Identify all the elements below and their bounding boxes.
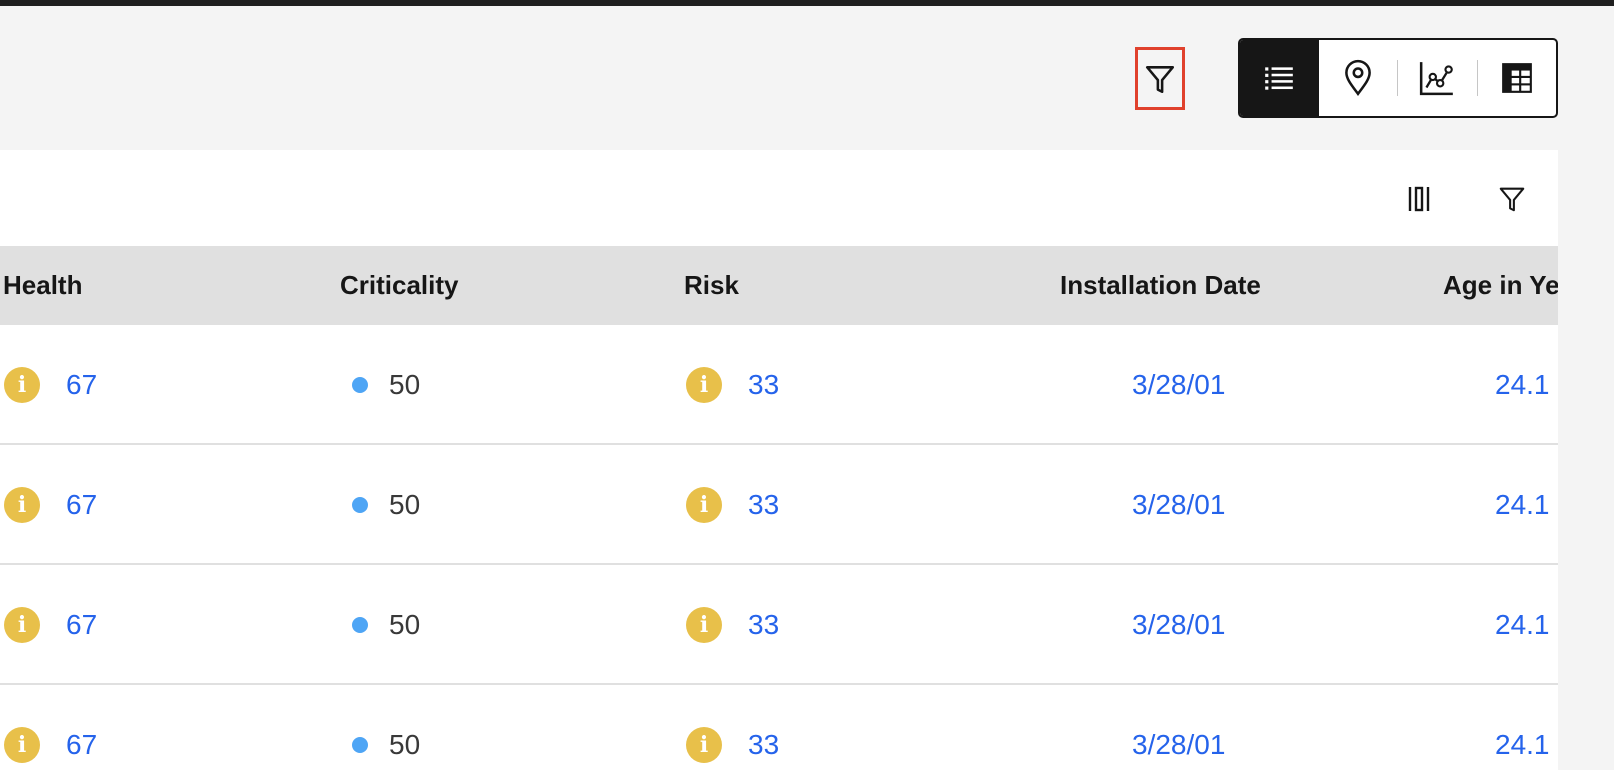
column-header-criticality[interactable]: Criticality [340,246,459,325]
filter-button[interactable] [1135,47,1185,110]
health-value[interactable]: 67 [66,609,97,641]
criticality-dot-icon [352,497,368,513]
map-view-button[interactable] [1319,40,1398,116]
criticality-dot-icon [352,377,368,393]
info-icon[interactable]: i [686,487,722,523]
column-header-installation-date[interactable]: Installation Date [1060,246,1261,325]
table-row: i 67 50 i 33 3/28/01 24.1 [0,685,1558,770]
info-icon[interactable]: i [4,607,40,643]
risk-value[interactable]: 33 [748,369,779,401]
view-switcher [1238,38,1558,118]
column-header-health[interactable]: Health [3,246,82,325]
risk-value[interactable]: 33 [748,489,779,521]
criticality-value: 50 [389,489,421,520]
info-icon[interactable]: i [686,367,722,403]
table-toolbar [0,150,1558,246]
line-chart-icon [1420,62,1454,96]
table-row: i 67 50 i 33 3/28/01 24.1 [0,565,1558,685]
installation-date-value[interactable]: 3/28/01 [1132,489,1225,521]
table-filter-button[interactable] [1488,176,1536,222]
table-view-button[interactable] [1478,40,1556,116]
criticality-dot-icon [352,737,368,753]
column-header-age[interactable]: Age in Ye [1443,246,1558,325]
risk-value[interactable]: 33 [748,609,779,641]
funnel-icon [1145,65,1175,93]
criticality-value: 50 [389,729,421,760]
installation-date-value[interactable]: 3/28/01 [1132,609,1225,641]
health-value[interactable]: 67 [66,729,97,761]
column-header-risk[interactable]: Risk [684,246,739,325]
data-table-card: Health Criticality Risk Installation Dat… [0,150,1558,770]
chart-view-button[interactable] [1398,40,1477,116]
map-pin-icon [1344,59,1371,96]
risk-value[interactable]: 33 [748,729,779,761]
column-settings-button[interactable] [1396,176,1444,222]
table-row: i 67 50 i 33 3/28/01 24.1 [0,325,1558,445]
age-value[interactable]: 24.1 [1495,729,1550,761]
installation-date-value[interactable]: 3/28/01 [1132,729,1225,761]
age-value[interactable]: 24.1 [1495,609,1550,641]
age-value[interactable]: 24.1 [1495,489,1550,521]
funnel-icon [1499,187,1525,212]
health-value[interactable]: 67 [66,489,97,521]
criticality-value: 50 [389,609,421,640]
top-strip [0,0,1614,6]
criticality-dot-icon [352,617,368,633]
age-value[interactable]: 24.1 [1495,369,1550,401]
health-value[interactable]: 67 [66,369,97,401]
info-icon[interactable]: i [4,487,40,523]
info-icon[interactable]: i [686,607,722,643]
info-icon[interactable]: i [686,727,722,763]
list-icon [1265,67,1294,90]
table-row: i 67 50 i 33 3/28/01 24.1 [0,445,1558,565]
info-icon[interactable]: i [4,367,40,403]
installation-date-value[interactable]: 3/28/01 [1132,369,1225,401]
info-icon[interactable]: i [4,727,40,763]
criticality-value: 50 [389,369,421,400]
list-view-button[interactable] [1240,40,1319,116]
table-header: Health Criticality Risk Installation Dat… [0,246,1558,325]
table-grid-icon [1501,63,1532,93]
column-settings-icon [1408,186,1430,212]
